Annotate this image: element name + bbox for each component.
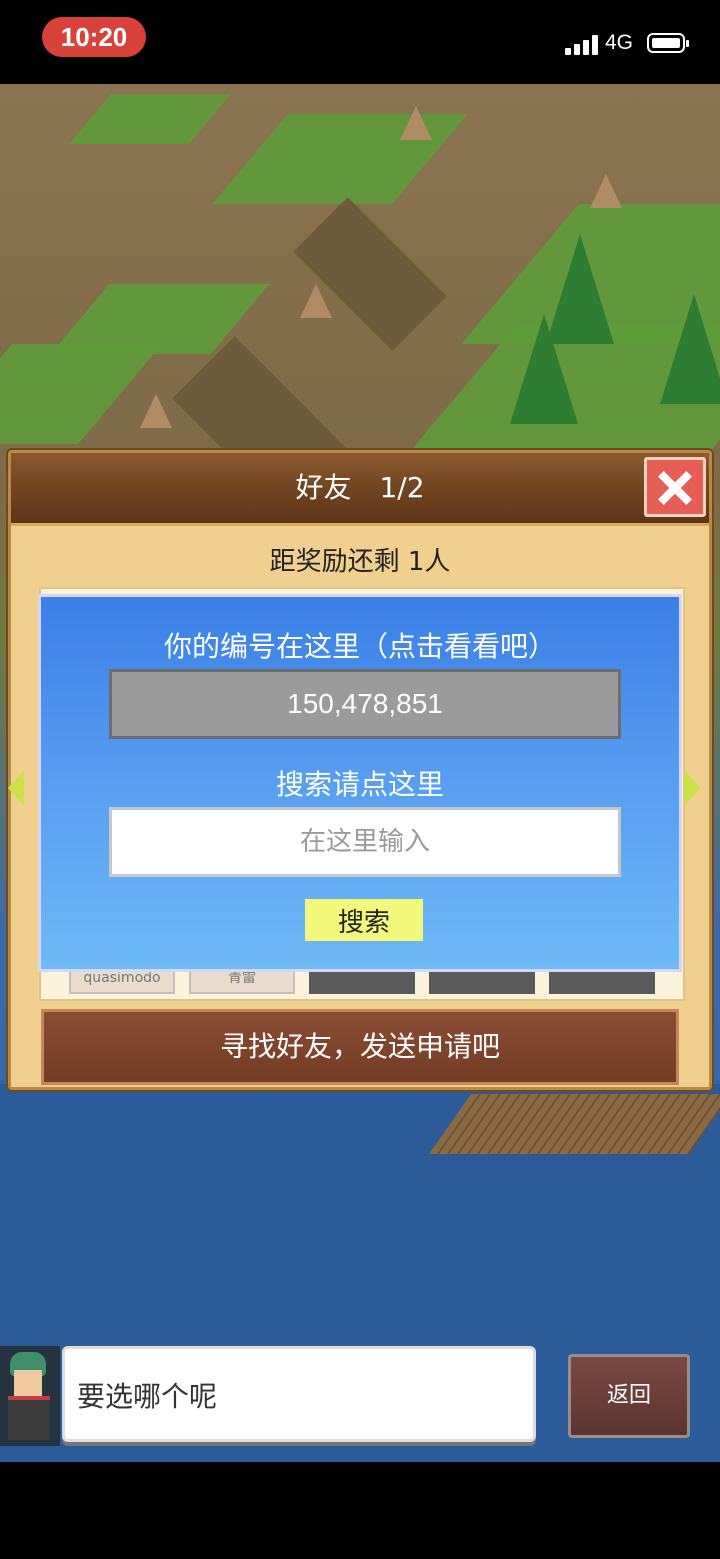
advisor-avatar (0, 1346, 60, 1446)
friend-search-panel: 你的编号在这里（点击看看吧） 150,478,851 搜索请点这里 搜索 (38, 594, 682, 972)
player-id-value[interactable]: 150,478,851 (109, 669, 621, 739)
status-bar: 10:20 4G (0, 0, 720, 84)
reward-progress-text: 距奖励还剩 1人 (269, 547, 451, 577)
prev-page-arrow-icon[interactable] (8, 770, 24, 806)
dialog-header: 好友 1/2 (11, 453, 709, 526)
network-type: 4G (605, 31, 634, 54)
next-page-arrow-icon[interactable] (684, 770, 700, 806)
find-friends-button[interactable]: 寻找好友，发送申请吧 (41, 1009, 679, 1085)
player-id-label[interactable]: 你的编号在这里（点击看看吧） (41, 625, 679, 665)
back-button[interactable]: 返回 (568, 1354, 690, 1438)
search-button[interactable]: 搜索 (305, 899, 423, 941)
status-time: 10:20 (42, 17, 146, 57)
advisor-speech-bubble: 要选哪个呢 (62, 1346, 536, 1442)
signal-icon (565, 33, 599, 55)
advisor-speech-text: 要选哪个呢 (77, 1380, 218, 1413)
search-label: 搜索请点这里 (275, 768, 444, 801)
close-button[interactable] (644, 457, 706, 517)
friend-id-search-input[interactable] (109, 807, 621, 877)
battery-icon (647, 33, 689, 53)
dialog-title: 好友 1/2 (295, 471, 425, 504)
